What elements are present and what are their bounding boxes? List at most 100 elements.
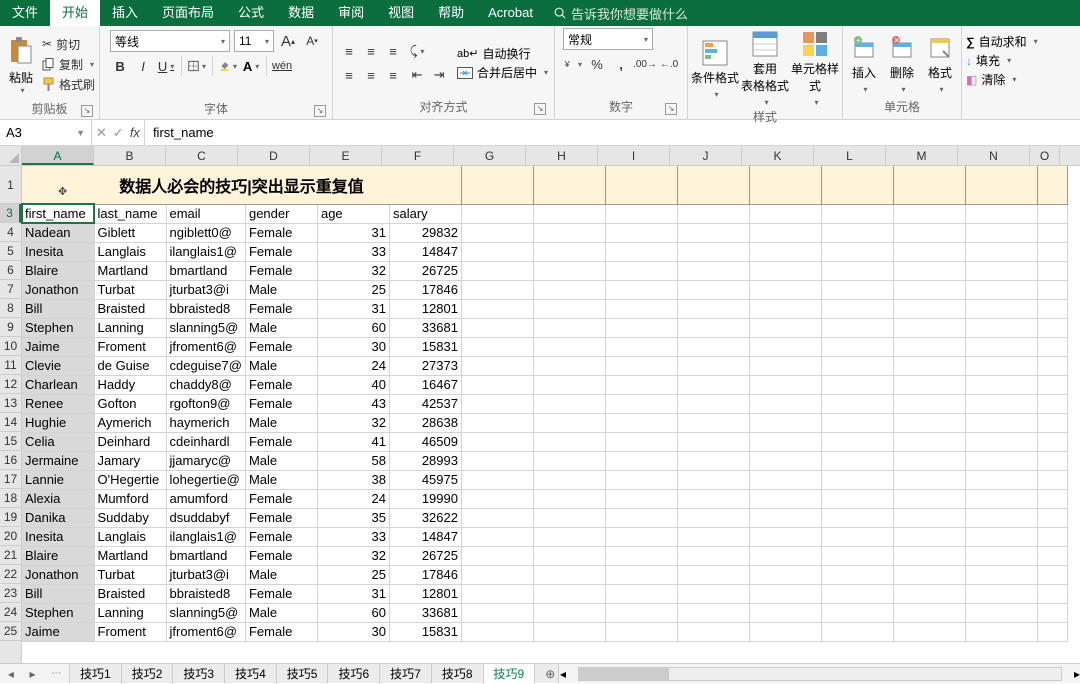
- cell[interactable]: [749, 299, 821, 318]
- cell[interactable]: [821, 584, 893, 603]
- cell[interactable]: [533, 584, 605, 603]
- cell[interactable]: [893, 584, 965, 603]
- row-header[interactable]: 12: [0, 375, 21, 394]
- cell[interactable]: Male: [245, 451, 317, 470]
- indent-increase-button[interactable]: ⇥: [429, 65, 449, 85]
- cell[interactable]: jturbat3@i: [166, 565, 245, 584]
- cell[interactable]: Female: [245, 546, 317, 565]
- cell[interactable]: [821, 242, 893, 261]
- cell[interactable]: [1037, 622, 1067, 641]
- cell[interactable]: rgofton9@: [166, 394, 245, 413]
- cell[interactable]: [893, 318, 965, 337]
- sheet-tab[interactable]: 技巧7: [380, 664, 432, 683]
- cell[interactable]: Bill: [22, 299, 94, 318]
- cell[interactable]: [893, 432, 965, 451]
- cell[interactable]: [965, 337, 1037, 356]
- cell[interactable]: [893, 356, 965, 375]
- cell[interactable]: [893, 508, 965, 527]
- cell[interactable]: Stephen: [22, 603, 94, 622]
- cell[interactable]: [749, 375, 821, 394]
- cell[interactable]: [965, 394, 1037, 413]
- cell[interactable]: [533, 299, 605, 318]
- align-bottom-button[interactable]: ≡: [383, 41, 403, 61]
- cell[interactable]: [821, 356, 893, 375]
- col-header-I[interactable]: I: [598, 146, 670, 165]
- cell[interactable]: [965, 413, 1037, 432]
- cell[interactable]: ilanglais1@: [166, 527, 245, 546]
- cell[interactable]: 15831: [389, 622, 461, 641]
- cell[interactable]: Gofton: [94, 394, 166, 413]
- cell[interactable]: Female: [245, 394, 317, 413]
- cell[interactable]: Mumford: [94, 489, 166, 508]
- cell[interactable]: [1037, 242, 1067, 261]
- font-family-select[interactable]: 等线▾: [110, 30, 230, 52]
- cell[interactable]: chaddy8@: [166, 375, 245, 394]
- fill-button[interactable]: ↓填充▾: [966, 51, 1076, 70]
- cell[interactable]: Female: [245, 622, 317, 641]
- row-header[interactable]: 5: [0, 242, 21, 261]
- col-header-B[interactable]: B: [94, 146, 166, 165]
- cell[interactable]: [605, 508, 677, 527]
- cell[interactable]: [749, 356, 821, 375]
- row-header[interactable]: 25: [0, 622, 21, 641]
- sheet-tab[interactable]: 技巧1: [70, 664, 122, 683]
- cell[interactable]: [677, 470, 749, 489]
- cell[interactable]: [965, 280, 1037, 299]
- cell[interactable]: [749, 451, 821, 470]
- cell[interactable]: [821, 223, 893, 242]
- hscrollbar[interactable]: ◂▸: [560, 664, 1080, 683]
- cell[interactable]: [605, 204, 677, 223]
- cell[interactable]: [749, 413, 821, 432]
- cell[interactable]: cdeinhardl: [166, 432, 245, 451]
- cell[interactable]: [533, 204, 605, 223]
- cell[interactable]: [533, 242, 605, 261]
- cell[interactable]: 32: [317, 546, 389, 565]
- cell[interactable]: [533, 223, 605, 242]
- cell[interactable]: Inesita: [22, 527, 94, 546]
- cell[interactable]: [1037, 299, 1067, 318]
- sheet-tab[interactable]: 技巧6: [328, 664, 380, 683]
- cell[interactable]: [893, 603, 965, 622]
- cell[interactable]: [965, 299, 1037, 318]
- cell[interactable]: 46509: [389, 432, 461, 451]
- cell[interactable]: Martland: [94, 261, 166, 280]
- cell[interactable]: [533, 622, 605, 641]
- cell[interactable]: [749, 432, 821, 451]
- cell[interactable]: haymerich: [166, 413, 245, 432]
- cell[interactable]: Female: [245, 261, 317, 280]
- cell[interactable]: bbraisted8: [166, 299, 245, 318]
- cell[interactable]: [533, 451, 605, 470]
- format-cells-button[interactable]: 格式▾: [921, 32, 959, 95]
- cell[interactable]: Deinhard: [94, 432, 166, 451]
- cell[interactable]: gender: [245, 204, 317, 223]
- cell[interactable]: [605, 261, 677, 280]
- cell[interactable]: [461, 394, 533, 413]
- cell[interactable]: [1037, 337, 1067, 356]
- cell[interactable]: [821, 470, 893, 489]
- cell[interactable]: [749, 261, 821, 280]
- cell[interactable]: slanning5@: [166, 603, 245, 622]
- cell[interactable]: Inesita: [22, 242, 94, 261]
- col-header-G[interactable]: G: [454, 146, 526, 165]
- cell[interactable]: [965, 451, 1037, 470]
- cut-button[interactable]: ✂剪切: [42, 35, 95, 54]
- cell[interactable]: 17846: [389, 280, 461, 299]
- cell[interactable]: [749, 166, 821, 204]
- cell[interactable]: [533, 375, 605, 394]
- row-header[interactable]: 15: [0, 432, 21, 451]
- cell[interactable]: [533, 413, 605, 432]
- row-header[interactable]: 6: [0, 261, 21, 280]
- cell[interactable]: [605, 413, 677, 432]
- cell[interactable]: email: [166, 204, 245, 223]
- cell[interactable]: Suddaby: [94, 508, 166, 527]
- cell[interactable]: [461, 280, 533, 299]
- cell[interactable]: [677, 204, 749, 223]
- align-middle-button[interactable]: ≡: [361, 41, 381, 61]
- cell[interactable]: de Guise: [94, 356, 166, 375]
- row-header[interactable]: 21: [0, 546, 21, 565]
- cell[interactable]: 42537: [389, 394, 461, 413]
- cell[interactable]: Female: [245, 489, 317, 508]
- cell[interactable]: [533, 489, 605, 508]
- delete-cells-button[interactable]: ✕删除▾: [883, 32, 921, 95]
- cell[interactable]: [605, 337, 677, 356]
